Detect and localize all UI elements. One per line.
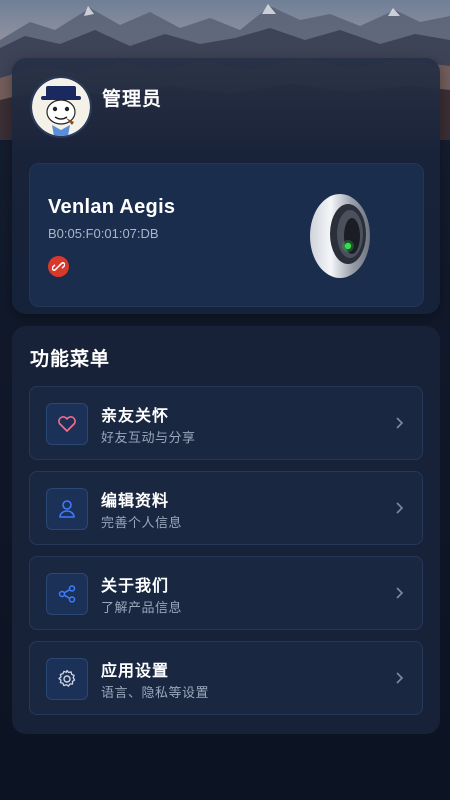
profile-card: 管理员 Venlan Aegis B0:05:F0:01:07:DB [12, 58, 440, 314]
share-icon [46, 573, 88, 615]
gear-icon [46, 658, 88, 700]
chevron-right-icon [396, 417, 404, 429]
user-icon [46, 488, 88, 530]
menu-item-edit-profile[interactable]: 编辑资料 完善个人信息 [29, 471, 423, 545]
device-mac-address: B0:05:F0:01:07:DB [48, 226, 159, 241]
menu-item-about-us[interactable]: 关于我们 了解产品信息 [29, 556, 423, 630]
menu-item-label: 应用设置 [101, 661, 170, 680]
menu-title: 功能菜单 [30, 348, 111, 370]
menu-item-label: 关于我们 [101, 576, 170, 595]
menu-item-friends-care[interactable]: 亲友关怀 好友互动与分享 [29, 386, 423, 460]
avatar[interactable] [30, 76, 92, 138]
chevron-right-icon [396, 672, 404, 684]
chevron-right-icon [396, 502, 404, 514]
menu-item-label: 亲友关怀 [101, 406, 170, 425]
menu-item-subtitle: 了解产品信息 [101, 601, 183, 616]
menu-item-subtitle: 语言、隐私等设置 [101, 686, 210, 701]
menu-item-subtitle: 完善个人信息 [101, 516, 183, 531]
device-card[interactable]: Venlan Aegis B0:05:F0:01:07:DB [29, 163, 424, 307]
menu-item-subtitle: 好友互动与分享 [101, 431, 196, 446]
heart-icon [46, 403, 88, 445]
smart-ring-image [310, 194, 370, 278]
menu-item-label: 编辑资料 [101, 491, 170, 510]
link-broken-icon[interactable] [48, 256, 69, 277]
user-name: 管理员 [102, 88, 163, 110]
device-name: Venlan Aegis [48, 196, 176, 218]
function-menu-card: 功能菜单 亲友关怀 好友互动与分享 编辑资料 完善个人信息 关于我们 了解产品信… [12, 326, 440, 734]
menu-item-app-settings[interactable]: 应用设置 语言、隐私等设置 [29, 641, 423, 715]
chevron-right-icon [396, 587, 404, 599]
